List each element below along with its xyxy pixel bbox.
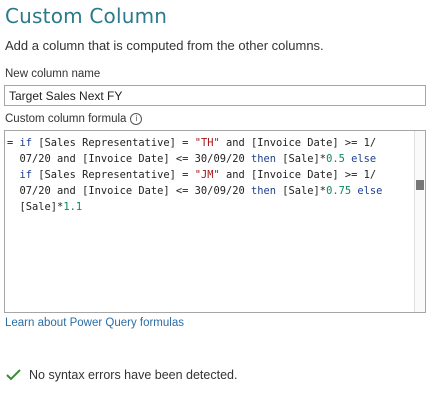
learn-power-query-link[interactable]: Learn about Power Query formulas [5, 317, 184, 329]
editor-scrollbar[interactable] [414, 131, 425, 312]
formula-code[interactable]: = if [Sales Representative] = "TH" and [… [7, 135, 412, 215]
info-icon[interactable]: i [130, 113, 143, 125]
formula-label-row: Custom column formula i [5, 113, 143, 125]
syntax-status-text: No syntax errors have been detected. [29, 368, 238, 382]
formula-line[interactable]: [Sale]*1.1 [7, 199, 412, 215]
syntax-status: No syntax errors have been detected. [6, 368, 237, 382]
new-column-name-input[interactable] [4, 85, 426, 106]
dialog-subtitle: Add a column that is computed from the o… [5, 38, 324, 53]
formula-label: Custom column formula [5, 113, 127, 125]
dialog-title: Custom Column [5, 4, 168, 28]
formula-line[interactable]: if [Sales Representative] = "JM" and [In… [7, 167, 412, 183]
formula-line[interactable]: = if [Sales Representative] = "TH" and [… [7, 135, 412, 151]
formula-editor[interactable]: = if [Sales Representative] = "TH" and [… [4, 130, 426, 313]
scrollbar-thumb[interactable] [416, 180, 424, 190]
formula-line[interactable]: 07/20 and [Invoice Date] <= 30/09/20 the… [7, 183, 412, 199]
formula-line[interactable]: 07/20 and [Invoice Date] <= 30/09/20 the… [7, 151, 412, 167]
new-column-name-label: New column name [5, 68, 101, 80]
checkmark-icon [6, 369, 21, 381]
